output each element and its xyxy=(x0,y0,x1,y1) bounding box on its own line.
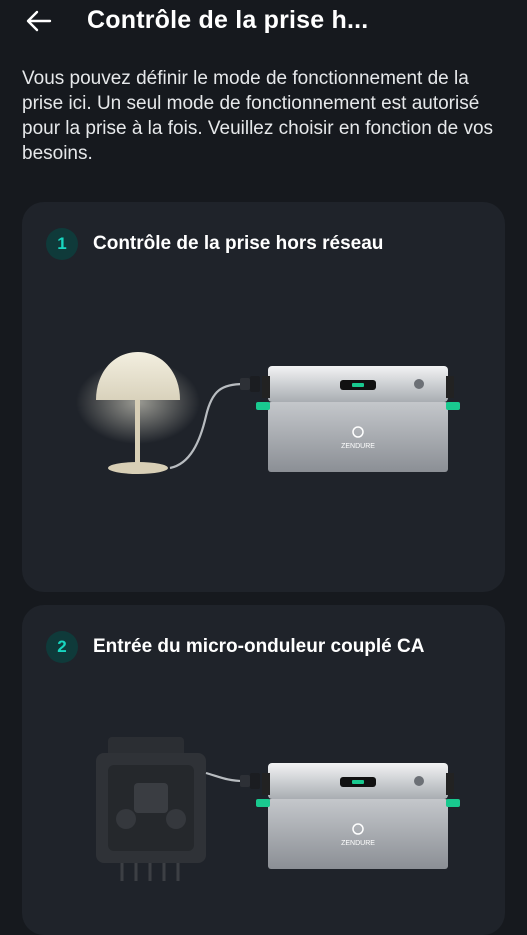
battery-brand-label: ZENDURE xyxy=(341,840,375,847)
battery-device-icon: ZENDURE xyxy=(256,763,460,869)
battery-brand-label: ZENDURE xyxy=(341,443,375,450)
mode-card-off-grid[interactable]: 1 Contrôle de la prise hors réseau ZENDU… xyxy=(22,202,505,592)
microinverter-battery-illustration: ZENDURE xyxy=(96,737,460,881)
lamp-battery-illustration: ZENDURE xyxy=(76,352,460,474)
mode-card-ac-coupled[interactable]: 2 Entrée du micro-onduleur couplé CA ZEN… xyxy=(22,605,505,935)
page-title: Contrôle de la prise h... xyxy=(87,6,369,34)
microinverter-icon xyxy=(96,737,206,881)
lamp-icon xyxy=(76,352,200,474)
battery-device-icon: ZENDURE xyxy=(256,366,460,472)
top-app-bar: Contrôle de la prise h... xyxy=(0,0,527,46)
back-button[interactable] xyxy=(24,6,54,36)
intro-description: Vous pouvez définir le mode de fonctionn… xyxy=(22,68,494,164)
arrow-left-icon xyxy=(26,10,52,32)
